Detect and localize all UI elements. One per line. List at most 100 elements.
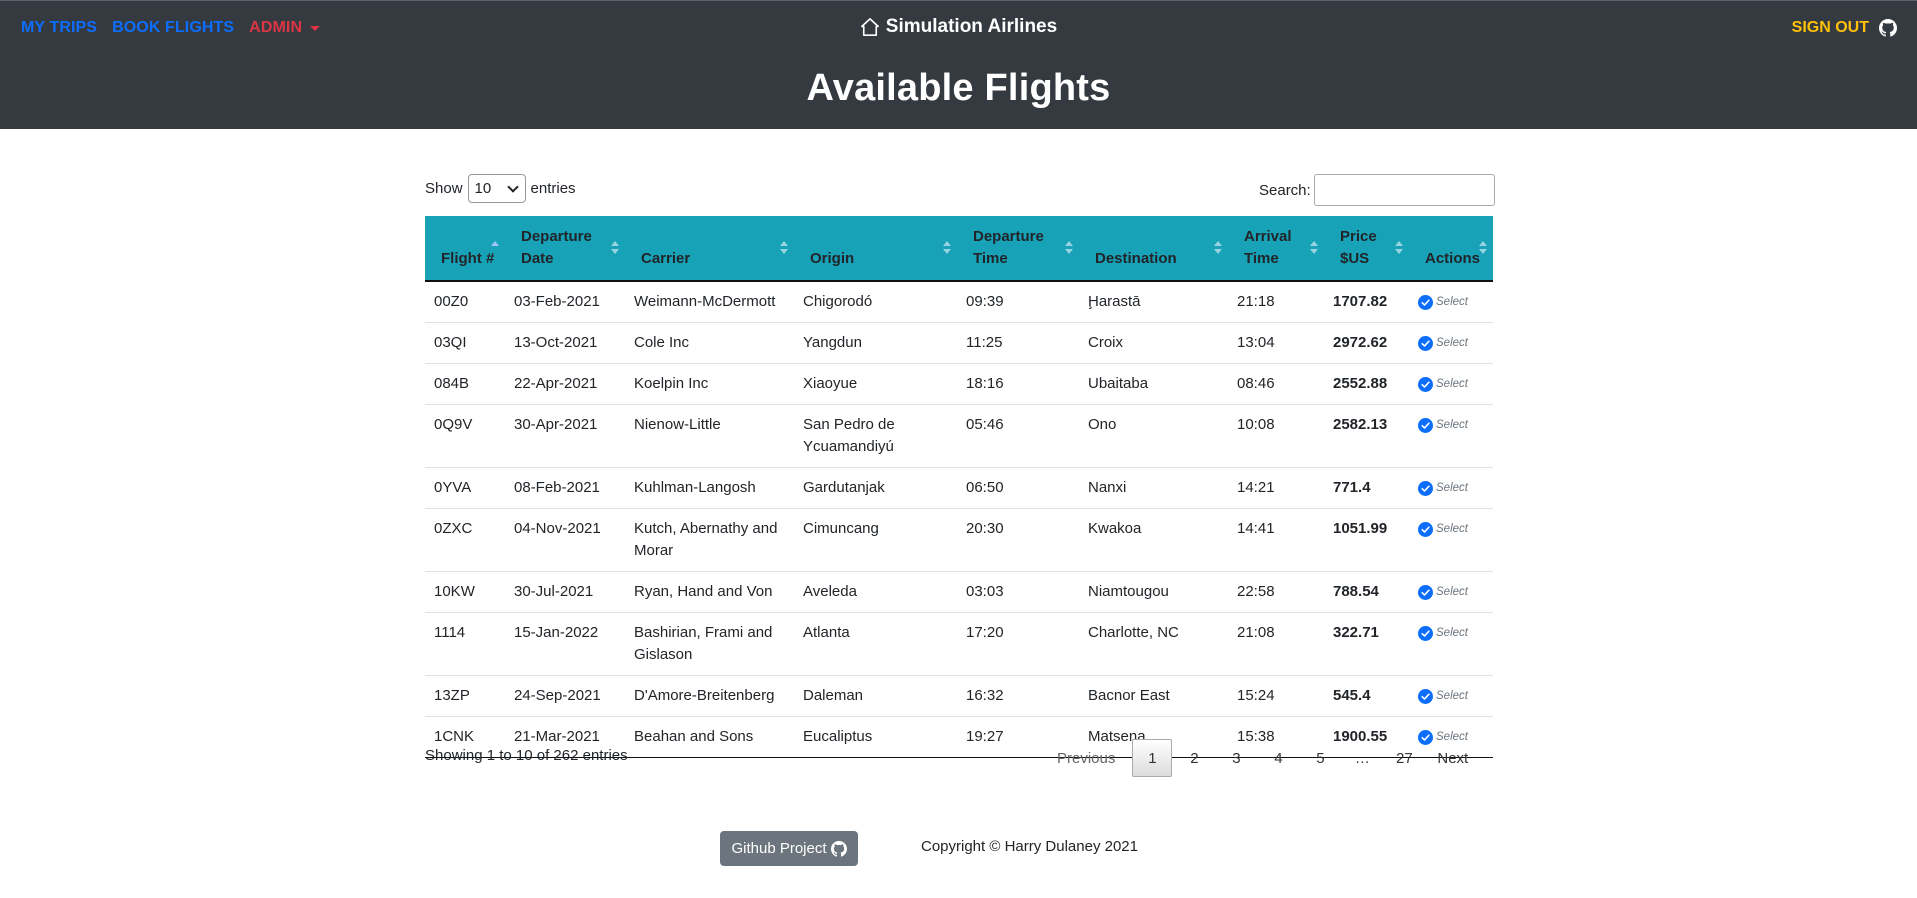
copyright-text: Copyright © Harry Dulaney 2021 (921, 838, 1138, 855)
cell-destination: Ḩarastā (1079, 280, 1228, 323)
cell-carrier: Weimann-McDermott (625, 280, 794, 323)
cell-flight-number: 13ZP (425, 675, 505, 717)
pagination-previous-button[interactable]: Previous (1042, 739, 1130, 777)
page-length-value: 10 (474, 180, 492, 197)
search-label: Search: (1259, 181, 1311, 199)
cell-price: 2552.88 (1324, 363, 1409, 405)
github-project-label: Github Project (731, 840, 827, 857)
cell-actions: Select (1409, 363, 1493, 405)
column-header-flight[interactable]: Flight # (425, 216, 505, 282)
cell-destination: Kwakoa (1079, 508, 1228, 572)
cell-destination: Ono (1079, 404, 1228, 468)
chevron-down-icon (506, 180, 519, 193)
sort-icon (1479, 241, 1487, 255)
search-control: Search: (1259, 174, 1495, 206)
show-label: Show (425, 180, 463, 197)
pagination-page-button[interactable]: 2 (1174, 739, 1214, 777)
cell-carrier: Koelpin Inc (625, 363, 794, 405)
cell-origin: Atlanta (794, 612, 957, 676)
pagination-next-button[interactable]: Next (1426, 739, 1479, 777)
select-flight-button[interactable]: Select (1418, 291, 1485, 313)
cell-flight-number: 03QI (425, 322, 505, 364)
github-icon (830, 840, 847, 857)
select-flight-button[interactable]: Select (1418, 373, 1485, 395)
search-input[interactable] (1313, 174, 1495, 206)
select-flight-button[interactable]: Select (1418, 332, 1485, 354)
cell-price: 1707.82 (1324, 280, 1409, 323)
pagination-page-button[interactable]: 3 (1216, 739, 1256, 777)
cell-departure-time: 18:16 (957, 363, 1079, 405)
brand-name: Simulation Airlines (885, 16, 1058, 37)
cell-departure-time: 20:30 (957, 508, 1079, 572)
check-circle-icon (1418, 480, 1433, 496)
github-project-button[interactable]: Github Project (720, 831, 858, 866)
cell-departure-time: 06:50 (957, 467, 1079, 509)
cell-departure-date: 15-Jan-2022 (505, 612, 625, 676)
column-header-price[interactable]: Price $US (1324, 216, 1409, 282)
select-flight-button[interactable]: Select (1418, 581, 1485, 603)
table-row: 0Q9V 30-Apr-2021 Nienow-Little San Pedro de… (425, 404, 1493, 468)
brand-link[interactable]: Simulation Airlines (0, 16, 1917, 38)
column-header-origin[interactable]: Origin (794, 216, 957, 282)
entries-label: entries (530, 180, 576, 197)
cell-arrival-time: 14:41 (1228, 508, 1324, 572)
cell-destination: Ubaitaba (1079, 363, 1228, 405)
github-icon[interactable] (1879, 19, 1897, 37)
sign-out-link[interactable]: SIGN OUT (1792, 19, 1869, 37)
cell-carrier: D'Amore-Breitenberg (625, 675, 794, 717)
sort-icon (780, 241, 788, 255)
cell-actions: Select (1409, 280, 1493, 323)
sort-icon (1310, 241, 1318, 255)
cell-departure-date: 30-Apr-2021 (505, 404, 625, 468)
cell-destination: Bacnor East (1079, 675, 1228, 717)
column-header-departure-time[interactable]: Departure Time (957, 216, 1079, 282)
sort-asc-icon (491, 241, 499, 255)
cell-carrier: Kutch, Abernathy and Morar (625, 508, 794, 572)
select-label: Select (1436, 337, 1468, 349)
table-row: 03QI 13-Oct-2021 Cole Inc Yangdun 11:25 Croix… (425, 322, 1493, 364)
select-flight-button[interactable]: Select (1418, 622, 1485, 644)
cell-carrier: Cole Inc (625, 322, 794, 364)
check-circle-icon (1418, 417, 1433, 433)
cell-origin: Aveleda (794, 571, 957, 613)
column-header-carrier[interactable]: Carrier (625, 216, 794, 282)
select-label: Select (1436, 296, 1468, 308)
pagination-page-button[interactable]: 4 (1258, 739, 1298, 777)
cell-destination: Croix (1079, 322, 1228, 364)
cell-arrival-time: 08:46 (1228, 363, 1324, 405)
check-circle-icon (1418, 688, 1433, 704)
cell-actions: Select (1409, 404, 1493, 468)
sort-icon (1214, 241, 1222, 255)
select-flight-button[interactable]: Select (1418, 414, 1485, 436)
cell-departure-time: 17:20 (957, 612, 1079, 676)
cell-flight-number: 084B (425, 363, 505, 405)
column-header-actions[interactable]: Actions (1409, 216, 1493, 282)
pagination-page-button[interactable]: 1 (1132, 739, 1173, 777)
cell-departure-date: 24-Sep-2021 (505, 675, 625, 717)
cell-price: 1051.99 (1324, 508, 1409, 572)
cell-carrier: Beahan and Sons (625, 716, 794, 758)
select-label: Select (1436, 690, 1468, 702)
flights-table: Flight # Departure Date Carrier Origin D… (425, 216, 1493, 758)
pagination-page-button[interactable]: 27 (1384, 739, 1424, 777)
pagination: Previous 1 2 3 4 5 … 27 Next (1040, 739, 1479, 777)
cell-departure-time: 09:39 (957, 280, 1079, 323)
select-label: Select (1436, 586, 1468, 598)
cell-arrival-time: 14:21 (1228, 467, 1324, 509)
cell-origin: San Pedro de Ycuamandiyú (794, 404, 957, 468)
sort-icon (1065, 241, 1073, 255)
pagination-page-button[interactable]: 5 (1300, 739, 1340, 777)
select-flight-button[interactable]: Select (1418, 477, 1485, 499)
cell-departure-time: 11:25 (957, 322, 1079, 364)
flights-table-wrapper: Flight # Departure Date Carrier Origin D… (425, 216, 1493, 758)
select-flight-button[interactable]: Select (1418, 518, 1485, 540)
table-body: 00Z0 03-Feb-2021 Weimann-McDermott Chigorod… (425, 280, 1493, 758)
cell-origin: Cimuncang (794, 508, 957, 572)
cell-flight-number: 0Q9V (425, 404, 505, 468)
select-flight-button[interactable]: Select (1418, 685, 1485, 707)
table-row: 13ZP 24-Sep-2021 D'Amore-Breitenberg Dalema… (425, 675, 1493, 717)
column-header-destination[interactable]: Destination (1079, 216, 1228, 282)
column-header-departure-date[interactable]: Departure Date (505, 216, 625, 282)
page-length-select[interactable]: 10 (467, 174, 526, 203)
column-header-arrival-time[interactable]: Arrival Time (1228, 216, 1324, 282)
